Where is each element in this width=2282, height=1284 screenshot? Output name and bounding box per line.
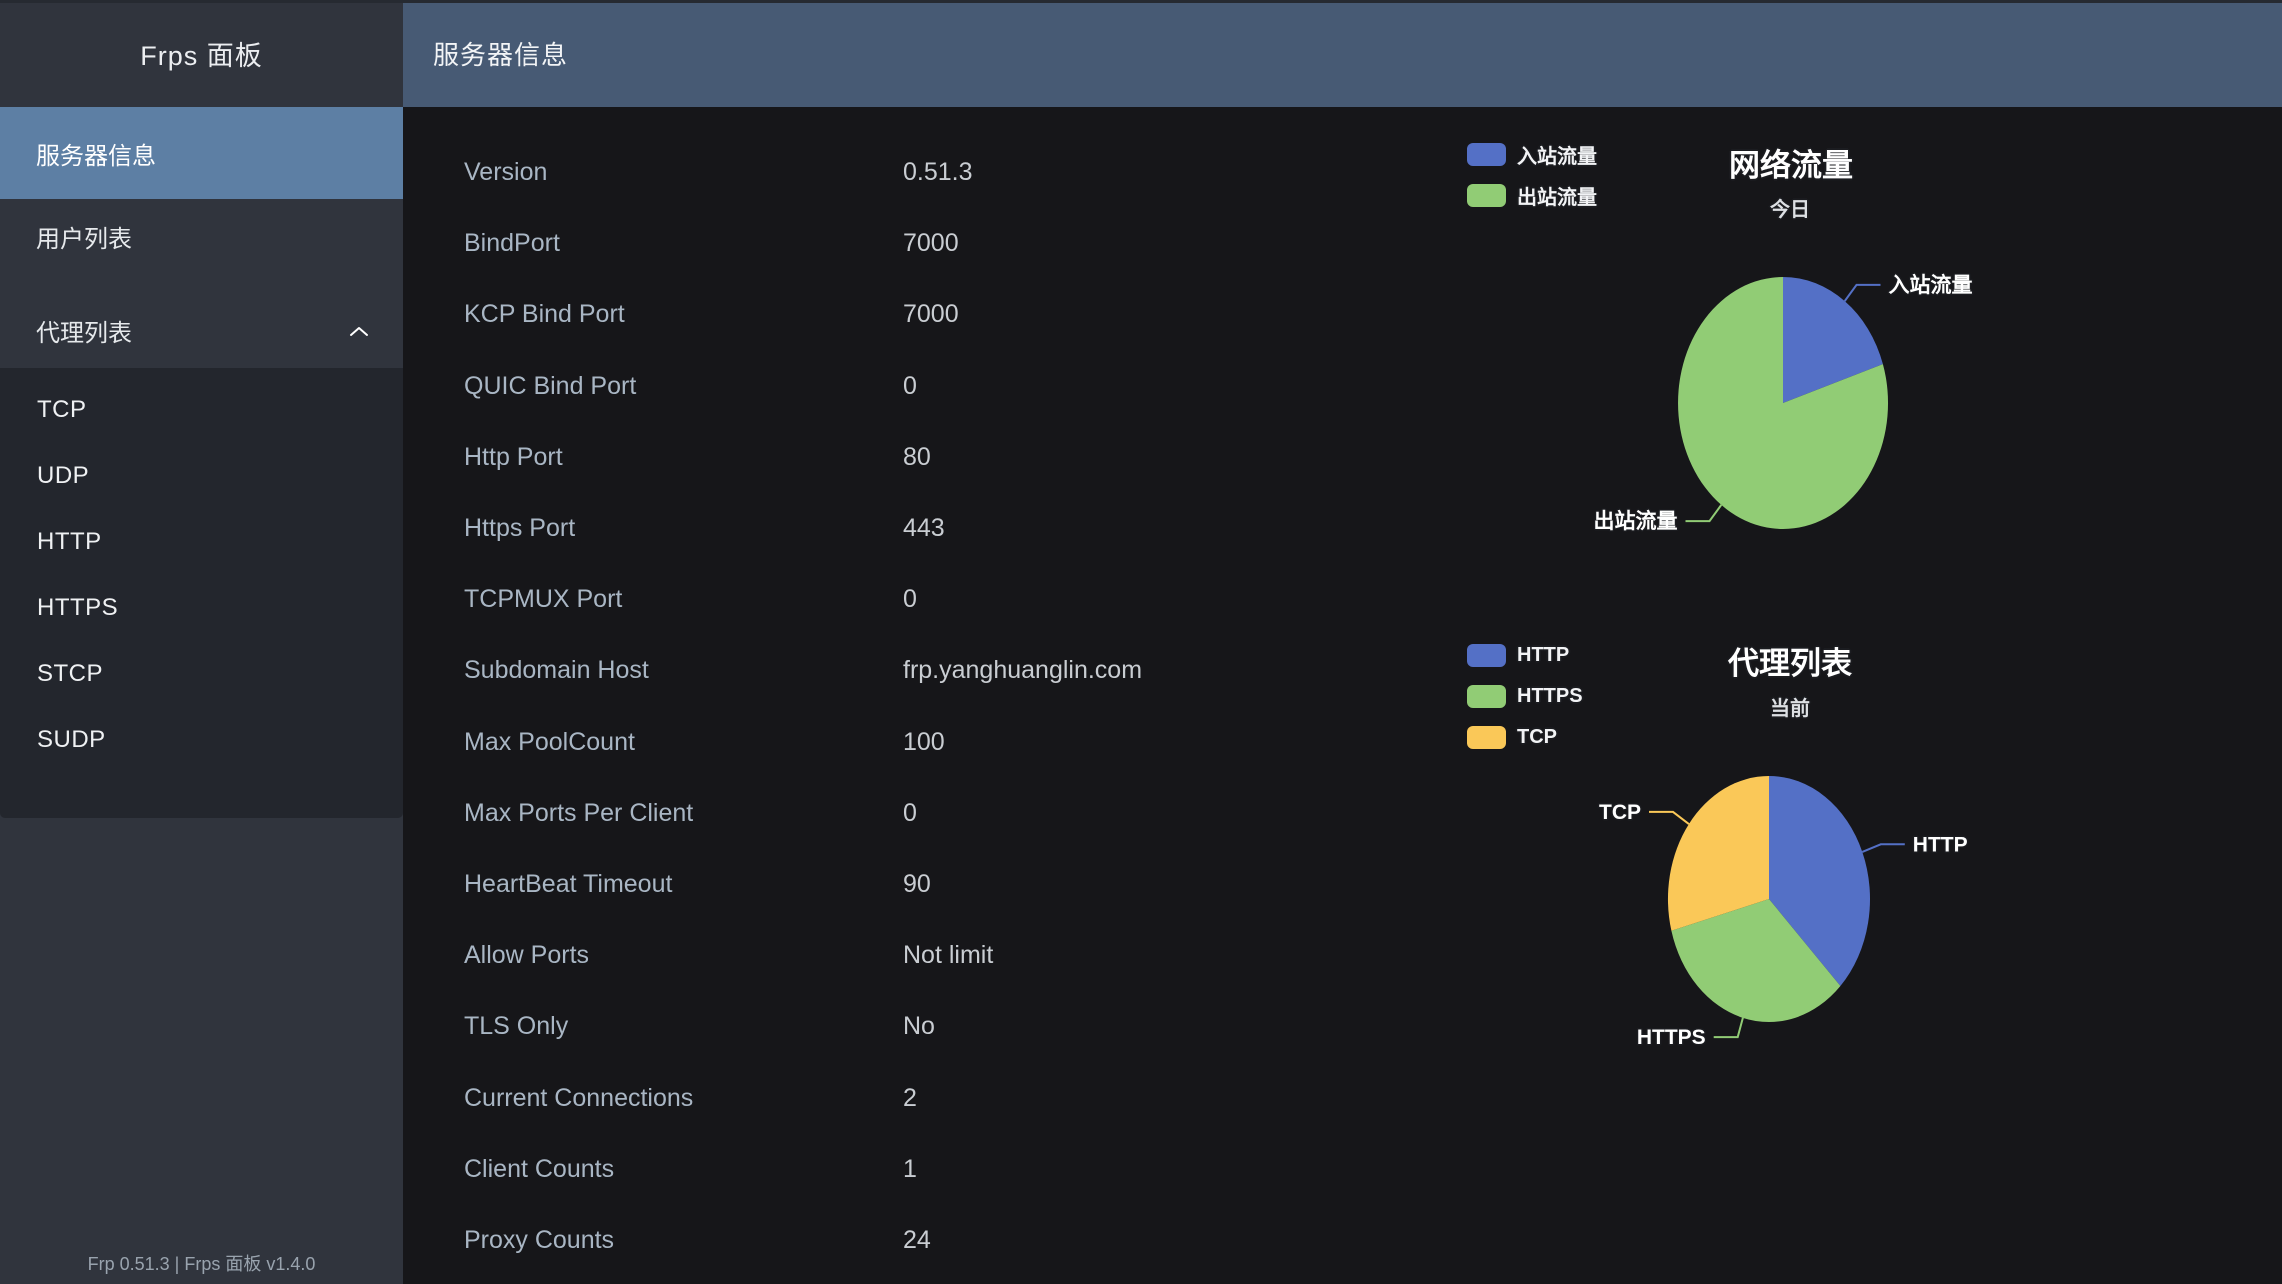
sidebar-subitem-udp[interactable]: UDP bbox=[0, 443, 403, 509]
proxy-list-legend: HTTPHTTPSTCP bbox=[1467, 644, 1583, 749]
info-row-heartbeat-timeout: HeartBeat Timeout 90 bbox=[403, 869, 1403, 899]
info-value: 7000 bbox=[903, 299, 959, 329]
info-row-kcp-bind-port: KCP Bind Port 7000 bbox=[403, 299, 1403, 329]
info-value: No bbox=[903, 1011, 935, 1041]
legend-label: 出站流量 bbox=[1517, 181, 1597, 210]
legend-label: HTTP bbox=[1517, 644, 1569, 667]
proxy-type-submenu: TCPUDPHTTPHTTPSSTCPSUDP bbox=[0, 368, 403, 818]
info-row-tls-only: TLS Only No bbox=[403, 1011, 1403, 1041]
pie-label-leader bbox=[1862, 844, 1905, 852]
legend-swatch bbox=[1467, 685, 1506, 708]
info-value: 0 bbox=[903, 584, 917, 614]
info-label: BindPort bbox=[464, 228, 560, 258]
info-value: 24 bbox=[903, 1225, 931, 1255]
sidebar-subitem-sudp[interactable]: SUDP bbox=[0, 707, 403, 773]
info-label: Version bbox=[464, 157, 547, 187]
legend-item-HTTP[interactable]: HTTP bbox=[1467, 644, 1583, 667]
info-row-current-connections: Current Connections 2 bbox=[403, 1083, 1403, 1113]
pie-label-leader bbox=[1649, 812, 1689, 824]
info-value: 0.51.3 bbox=[903, 157, 973, 187]
network-traffic-legend: 入站流量出站流量 bbox=[1467, 143, 1597, 207]
legend-swatch bbox=[1467, 143, 1506, 166]
info-row-http-port: Http Port 80 bbox=[403, 442, 1403, 472]
info-value: 0 bbox=[903, 798, 917, 828]
info-value: frp.yanghuanglin.com bbox=[903, 655, 1142, 685]
sidebar-item-server-info[interactable]: 服务器信息 bbox=[0, 107, 403, 199]
info-label: Proxy Counts bbox=[464, 1225, 614, 1255]
sidebar-subitem-http[interactable]: HTTP bbox=[0, 509, 403, 575]
info-row-https-port: Https Port 443 bbox=[403, 513, 1403, 543]
info-label: Max Ports Per Client bbox=[464, 798, 693, 828]
sidebar-item-label: 代理列表 bbox=[36, 313, 132, 348]
app-title: Frps 面板 bbox=[0, 0, 403, 107]
network-traffic-subtitle: 今日 bbox=[1770, 193, 1810, 222]
info-label: Current Connections bbox=[464, 1083, 693, 1113]
legend-swatch bbox=[1467, 726, 1506, 749]
sidebar-subitem-stcp[interactable]: STCP bbox=[0, 641, 403, 707]
pie-label: HTTP bbox=[1913, 833, 1968, 856]
info-row-client-counts: Client Counts 1 bbox=[403, 1154, 1403, 1184]
pie-label-leader bbox=[1714, 1018, 1743, 1037]
network-traffic-pie-chart: 入站流量出站流量 bbox=[1560, 230, 2120, 570]
info-label: Max PoolCount bbox=[464, 727, 635, 757]
page-header: 服务器信息 bbox=[403, 0, 2282, 107]
legend-item-HTTPS[interactable]: HTTPS bbox=[1467, 685, 1583, 708]
info-row-subdomain-host: Subdomain Host frp.yanghuanglin.com bbox=[403, 655, 1403, 685]
page-title: 服务器信息 bbox=[433, 35, 568, 72]
info-row-version: Version 0.51.3 bbox=[403, 157, 1403, 187]
info-value: 0 bbox=[903, 371, 917, 401]
legend-swatch bbox=[1467, 644, 1506, 667]
pie-label: TCP bbox=[1599, 801, 1641, 824]
chevron-up-icon bbox=[349, 316, 369, 344]
legend-swatch bbox=[1467, 184, 1506, 207]
pie-label: HTTPS bbox=[1637, 1026, 1706, 1049]
pie-label: 入站流量 bbox=[1889, 273, 1973, 297]
sidebar-subitem-tcp[interactable]: TCP bbox=[0, 377, 403, 443]
info-label: TLS Only bbox=[464, 1011, 568, 1041]
info-value: 80 bbox=[903, 442, 931, 472]
info-label: Subdomain Host bbox=[464, 655, 649, 685]
info-label: KCP Bind Port bbox=[464, 299, 625, 329]
legend-item-入站流量[interactable]: 入站流量 bbox=[1467, 143, 1597, 166]
info-value: 443 bbox=[903, 513, 945, 543]
proxy-list-subtitle: 当前 bbox=[1770, 692, 1810, 721]
info-label: HeartBeat Timeout bbox=[464, 869, 672, 899]
info-value: 100 bbox=[903, 727, 945, 757]
info-value: 2 bbox=[903, 1083, 917, 1113]
info-row-max-ports-per-client: Max Ports Per Client 0 bbox=[403, 798, 1403, 828]
info-value: 7000 bbox=[903, 228, 959, 258]
info-label: Http Port bbox=[464, 442, 563, 472]
sidebar-item-label: 服务器信息 bbox=[36, 136, 156, 171]
info-row-max-poolcount: Max PoolCount 100 bbox=[403, 727, 1403, 757]
info-row-proxy-counts: Proxy Counts 24 bbox=[403, 1225, 1403, 1255]
info-label: Client Counts bbox=[464, 1154, 614, 1184]
sidebar-subitem-https[interactable]: HTTPS bbox=[0, 575, 403, 641]
info-value: 1 bbox=[903, 1154, 917, 1184]
proxy-list-pie-chart: HTTP HTTPS TCP bbox=[1540, 740, 2140, 1100]
legend-item-出站流量[interactable]: 出站流量 bbox=[1467, 184, 1597, 207]
window-top-edge bbox=[0, 0, 2282, 3]
version-footer: Frp 0.51.3 | Frps 面板 v1.4.0 bbox=[0, 1250, 403, 1276]
info-label: Allow Ports bbox=[464, 940, 589, 970]
info-label: Https Port bbox=[464, 513, 575, 543]
info-row-bindport: BindPort 7000 bbox=[403, 228, 1403, 258]
proxy-list-title: 代理列表 bbox=[1728, 638, 1852, 683]
info-row-quic-bind-port: QUIC Bind Port 0 bbox=[403, 371, 1403, 401]
sidebar: Frps 面板 服务器信息用户列表代理列表 TCPUDPHTTPHTTPSSTC… bbox=[0, 0, 403, 1284]
sidebar-item-proxy-list[interactable]: 代理列表 bbox=[0, 296, 403, 364]
pie-label: 出站流量 bbox=[1594, 509, 1678, 533]
pie-label-leader bbox=[1686, 505, 1722, 521]
info-row-allow-ports: Allow Ports Not limit bbox=[403, 940, 1403, 970]
info-label: QUIC Bind Port bbox=[464, 371, 636, 401]
sidebar-item-user-list[interactable]: 用户列表 bbox=[0, 199, 403, 273]
legend-label: HTTPS bbox=[1517, 685, 1583, 708]
pie-label-leader bbox=[1845, 285, 1881, 301]
info-row-tcpmux-port: TCPMUX Port 0 bbox=[403, 584, 1403, 614]
sidebar-item-label: 用户列表 bbox=[36, 219, 132, 254]
legend-label: 入站流量 bbox=[1517, 140, 1597, 169]
info-value: Not limit bbox=[903, 940, 993, 970]
info-value: 90 bbox=[903, 869, 931, 899]
info-label: TCPMUX Port bbox=[464, 584, 622, 614]
network-traffic-title: 网络流量 bbox=[1729, 140, 1853, 185]
